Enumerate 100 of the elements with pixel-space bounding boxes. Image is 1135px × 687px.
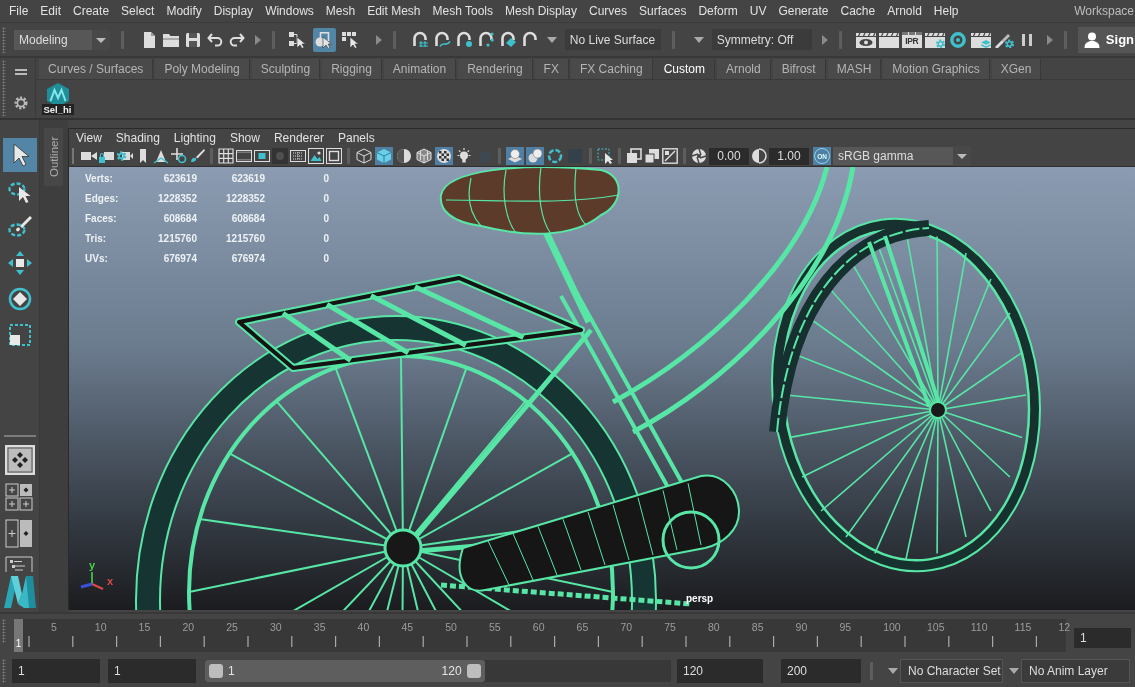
menu-item[interactable]: Curves: [583, 3, 634, 19]
shelf-tab[interactable]: XGen: [991, 59, 1042, 79]
display-toggle[interactable]: [435, 147, 453, 165]
pan-zoom-icon[interactable]: [171, 148, 187, 164]
display-toggle[interactable]: [546, 147, 564, 165]
drag-handle-icon[interactable]: [2, 26, 6, 53]
caret-icon[interactable]: [693, 36, 704, 43]
magnet-icon[interactable]: [521, 31, 539, 48]
playback-end-field[interactable]: 120: [677, 658, 763, 683]
new-file-icon[interactable]: [141, 31, 157, 48]
section-arrow-icon[interactable]: [255, 34, 261, 45]
image-plane-icon[interactable]: [153, 148, 169, 164]
outliner-tab[interactable]: Outliner: [44, 128, 63, 186]
half-circle-icon[interactable]: [751, 148, 767, 164]
stacked-squares-icon[interactable]: [644, 148, 660, 164]
menu-item[interactable]: Create: [67, 3, 116, 19]
aperture-icon[interactable]: [691, 148, 707, 164]
save-icon[interactable]: [185, 31, 201, 48]
shelf-button[interactable]: Sel_hi: [42, 83, 73, 115]
shelf-tab[interactable]: Curves / Surfaces: [39, 59, 154, 79]
menu-item[interactable]: Edit: [34, 3, 68, 19]
section-arrow-icon[interactable]: [821, 34, 828, 45]
shelf-tab[interactable]: Bifrost: [772, 59, 826, 79]
magnet-point-icon[interactable]: [455, 31, 473, 48]
menu-item[interactable]: Windows: [259, 3, 320, 19]
display-toggle[interactable]: [395, 147, 413, 165]
app-logo-icon[interactable]: [2, 575, 37, 609]
display-toggle[interactable]: [415, 147, 433, 165]
clapperboard-gear-icon[interactable]: [924, 31, 945, 48]
shelf-tab[interactable]: Rendering: [458, 59, 533, 79]
title-safe-icon[interactable]: [326, 148, 342, 164]
end-frame-field[interactable]: 200: [781, 658, 861, 683]
magnet-plane-icon[interactable]: [499, 31, 517, 48]
range-slider[interactable]: 1 120: [205, 659, 671, 682]
character-set-dropdown[interactable]: No Character Set: [900, 658, 1003, 683]
shelf-tab[interactable]: Arnold: [716, 59, 771, 79]
live-surface-field[interactable]: No Live Surface: [564, 29, 661, 50]
current-frame-field[interactable]: 1: [1074, 628, 1131, 648]
caret-icon[interactable]: [1009, 667, 1019, 674]
menu-item[interactable]: Select: [115, 3, 161, 19]
menu-item[interactable]: Deform: [692, 3, 744, 19]
shelf-tab[interactable]: MASH: [827, 59, 882, 79]
shelf-tab[interactable]: FX Caching: [570, 59, 653, 79]
menu-item[interactable]: File: [3, 3, 35, 19]
menu-item[interactable]: Show: [223, 129, 268, 146]
gamma-field[interactable]: 1.00: [769, 147, 809, 165]
exposure-field[interactable]: 0.00: [709, 147, 749, 165]
display-toggle[interactable]: [455, 147, 473, 165]
magnet-grid-icon[interactable]: [411, 31, 429, 48]
redo-icon[interactable]: [229, 31, 245, 48]
folder-icon[interactable]: [163, 31, 179, 48]
playback-start-field[interactable]: 1: [108, 658, 196, 683]
brush-icon[interactable]: [189, 148, 205, 164]
sign-in-button[interactable]: Sign: [1077, 26, 1135, 53]
menu-item[interactable]: Arnold: [881, 3, 928, 19]
view-transform-dropdown[interactable]: sRGB gamma: [833, 147, 971, 165]
menu-item[interactable]: Mesh Tools: [426, 3, 499, 19]
magnet-points-icon[interactable]: [477, 31, 495, 48]
menu-item[interactable]: Display: [207, 3, 260, 19]
camera-gear-icon[interactable]: [117, 148, 133, 164]
menu-item[interactable]: UV: [743, 3, 773, 19]
selection-mode-button[interactable]: [312, 27, 337, 52]
single-pane-layout-icon[interactable]: [4, 445, 35, 475]
safe-action-icon[interactable]: [308, 148, 324, 164]
menu-item[interactable]: Mesh: [319, 3, 362, 19]
current-frame-marker[interactable]: 1: [14, 619, 23, 652]
menu-item[interactable]: Edit Mesh: [361, 3, 427, 19]
shelf-tab[interactable]: Sculpting: [251, 59, 321, 79]
menu-item[interactable]: Panels: [331, 129, 383, 146]
clapperboard-layers-icon[interactable]: [970, 31, 991, 48]
menu-item[interactable]: Lighting: [167, 129, 224, 146]
range-bar[interactable]: [205, 659, 485, 682]
menu-item[interactable]: Help: [927, 3, 965, 19]
shelf-tab[interactable]: Rigging: [322, 59, 382, 79]
section-arrow-icon[interactable]: [375, 34, 382, 45]
display-toggle[interactable]: [506, 147, 524, 165]
grid-icon[interactable]: [218, 148, 234, 164]
outliner-layout-icon[interactable]: [4, 556, 35, 572]
caret-icon[interactable]: [888, 667, 898, 674]
menu-item[interactable]: Modify: [160, 3, 208, 19]
drag-handle-icon[interactable]: [2, 658, 6, 683]
magnet-curve-icon[interactable]: [433, 31, 451, 48]
ipr-render-button[interactable]: IPR: [901, 31, 922, 48]
shelf-tab[interactable]: FX: [534, 59, 569, 79]
clapperboard-eye-icon[interactable]: [855, 31, 876, 48]
caret-icon[interactable]: [92, 29, 110, 50]
overlapping-squares-icon[interactable]: [626, 148, 642, 164]
display-toggle[interactable]: [526, 147, 544, 165]
undo-icon[interactable]: [207, 31, 223, 48]
display-toggle[interactable]: [566, 147, 584, 165]
drag-handle-icon[interactable]: [2, 619, 6, 643]
brush-gear-icon[interactable]: [993, 31, 1014, 48]
display-toggle[interactable]: [375, 147, 393, 165]
shelf-tab[interactable]: Animation: [383, 59, 457, 79]
caret-icon[interactable]: [953, 146, 971, 166]
start-frame-field[interactable]: 1: [12, 658, 100, 683]
section-arrow-icon[interactable]: [1046, 34, 1053, 45]
clapperboard-icon[interactable]: [878, 31, 899, 48]
caret-icon[interactable]: [546, 36, 557, 43]
field-chart-icon[interactable]: [290, 148, 306, 164]
